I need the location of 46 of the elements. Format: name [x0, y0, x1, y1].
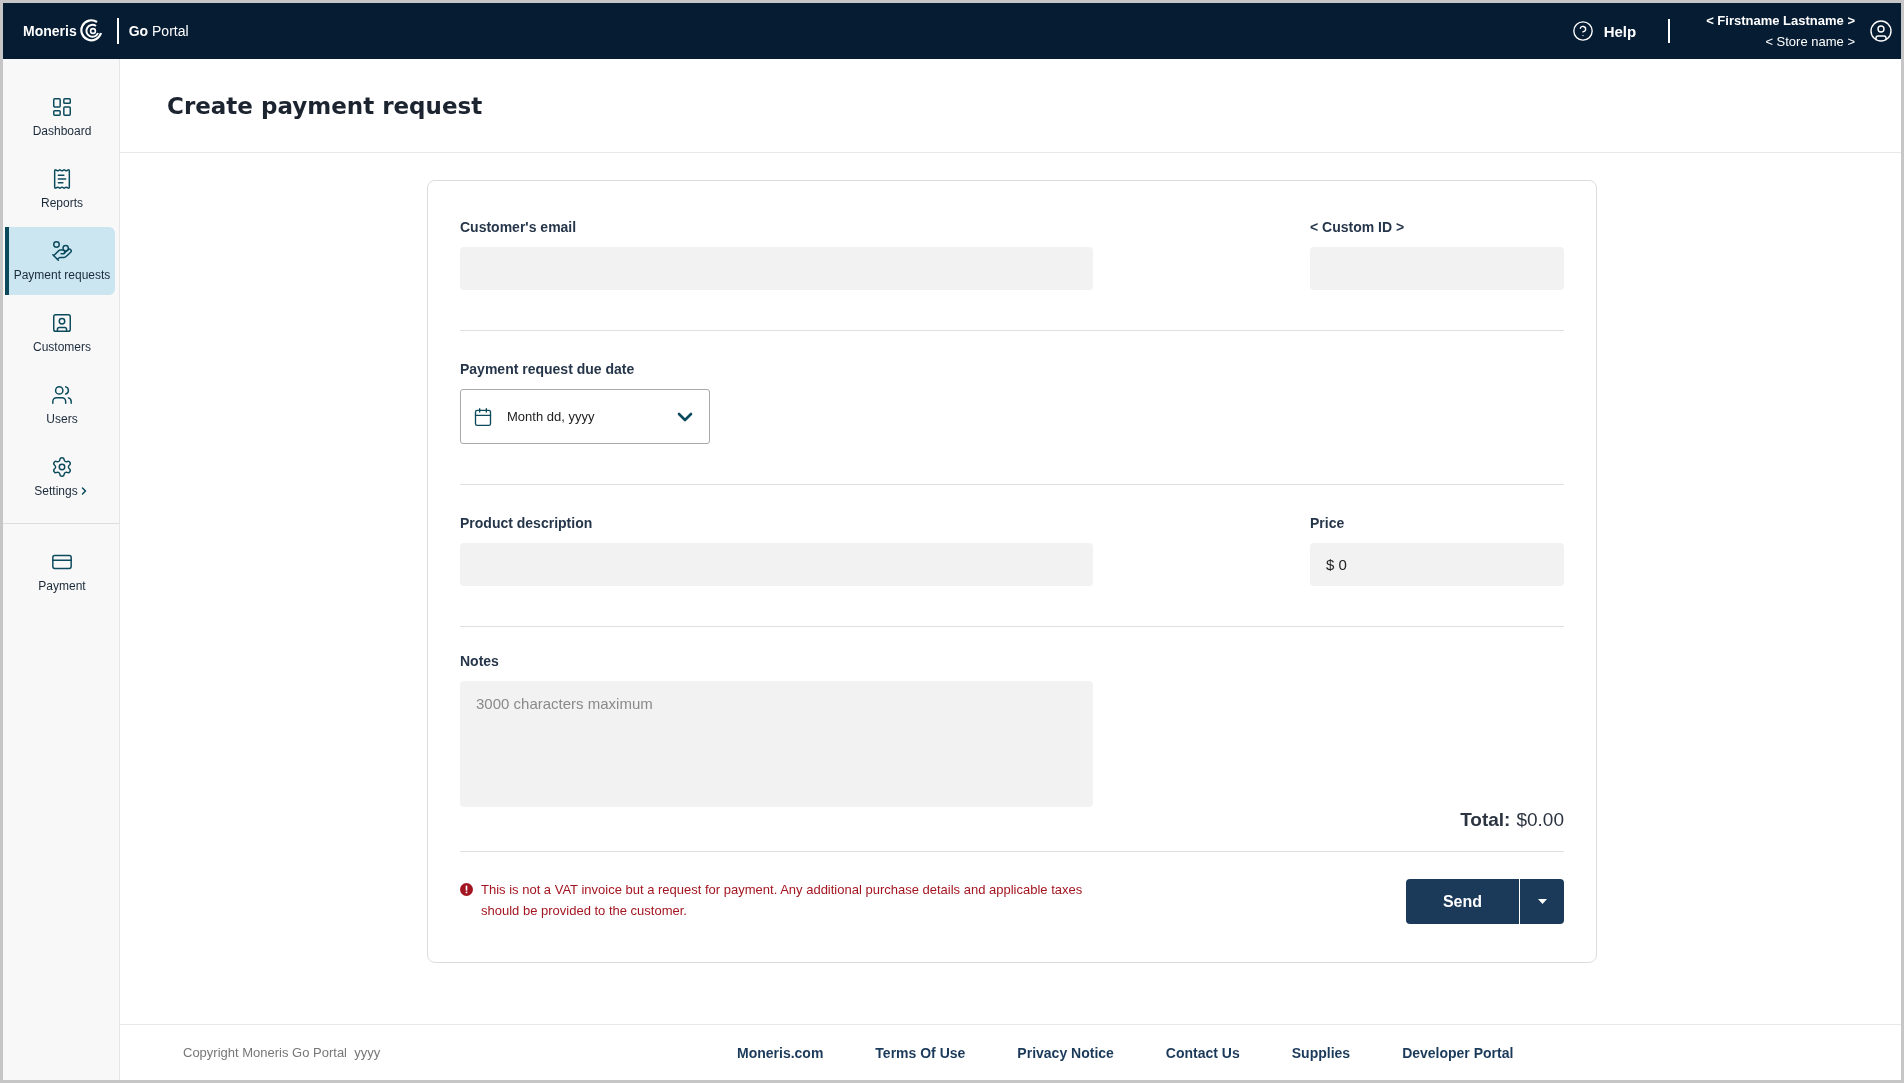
- product-name: Go Portal: [128, 23, 189, 39]
- calendar-icon: [473, 406, 493, 427]
- total-amount: Total: $0.00: [1460, 809, 1564, 831]
- price-field[interactable]: $ 0: [1310, 543, 1564, 586]
- sidebar-item[interactable]: Dashboard: [5, 83, 115, 151]
- footer-link[interactable]: Developer Portal: [1402, 1044, 1514, 1061]
- store-name: < Store name >: [1765, 34, 1855, 49]
- field-label: Notes: [460, 653, 500, 669]
- dropdown-button[interactable]: [1519, 879, 1564, 924]
- sidebar-item[interactable]: Reports: [5, 155, 115, 223]
- date-field[interactable]: Month dd, yyyy: [505, 408, 661, 425]
- date-picker[interactable]: Month dd, yyyy: [460, 389, 710, 444]
- sidebar-item[interactable]: Customers: [5, 299, 115, 367]
- help-icon: [1571, 20, 1594, 42]
- notes-field[interactable]: 3000 characters maximum: [460, 681, 1093, 807]
- reports-icon: [51, 168, 73, 190]
- field-label: Product description: [460, 515, 594, 531]
- sidebar-item[interactable]: Payment requests: [5, 227, 115, 295]
- notice-text: This is not a VAT invoice but a request for payment. Any additional purchase details and applicable taxes should be provided to the customer.: [481, 881, 1084, 920]
- settings-icon: [51, 456, 73, 478]
- help-link[interactable]: Help: [1571, 20, 1637, 42]
- footer-link[interactable]: Contact Us: [1165, 1044, 1240, 1061]
- copyright-text: Copyright Moneris Go Portal yyyy: [183, 1045, 382, 1060]
- footer-link[interactable]: Terms Of Use: [875, 1044, 966, 1061]
- user-name: < Firstname Lastname >: [1706, 13, 1855, 28]
- sidebar-item[interactable]: Payment: [5, 538, 115, 606]
- send-button[interactable]: Send: [1406, 879, 1519, 924]
- field-label: Payment request due date: [460, 361, 636, 377]
- dashboard-icon: [51, 96, 73, 118]
- sidebar-item[interactable]: Users: [5, 371, 115, 439]
- caret-icon: [1537, 899, 1547, 904]
- user-icon[interactable]: [1869, 19, 1893, 43]
- sidebar-item[interactable]: Settings: [5, 443, 115, 511]
- footer-link[interactable]: Supplies: [1291, 1044, 1351, 1061]
- requests-icon: [51, 240, 73, 262]
- field-label: Price: [1310, 515, 1346, 531]
- swirl-logo-icon: [78, 19, 105, 43]
- footer-link[interactable]: Privacy Notice: [1017, 1044, 1114, 1061]
- brand-name: Moneris: [23, 23, 77, 39]
- users-icon: [51, 384, 73, 406]
- page-title: Create payment request: [167, 92, 483, 119]
- field-label: < Custom ID >: [1310, 219, 1406, 235]
- field-label: Customer's email: [460, 219, 578, 235]
- customers-icon: [51, 312, 73, 334]
- footer-link[interactable]: Moneris.com: [737, 1044, 824, 1061]
- alert-icon: [460, 883, 473, 896]
